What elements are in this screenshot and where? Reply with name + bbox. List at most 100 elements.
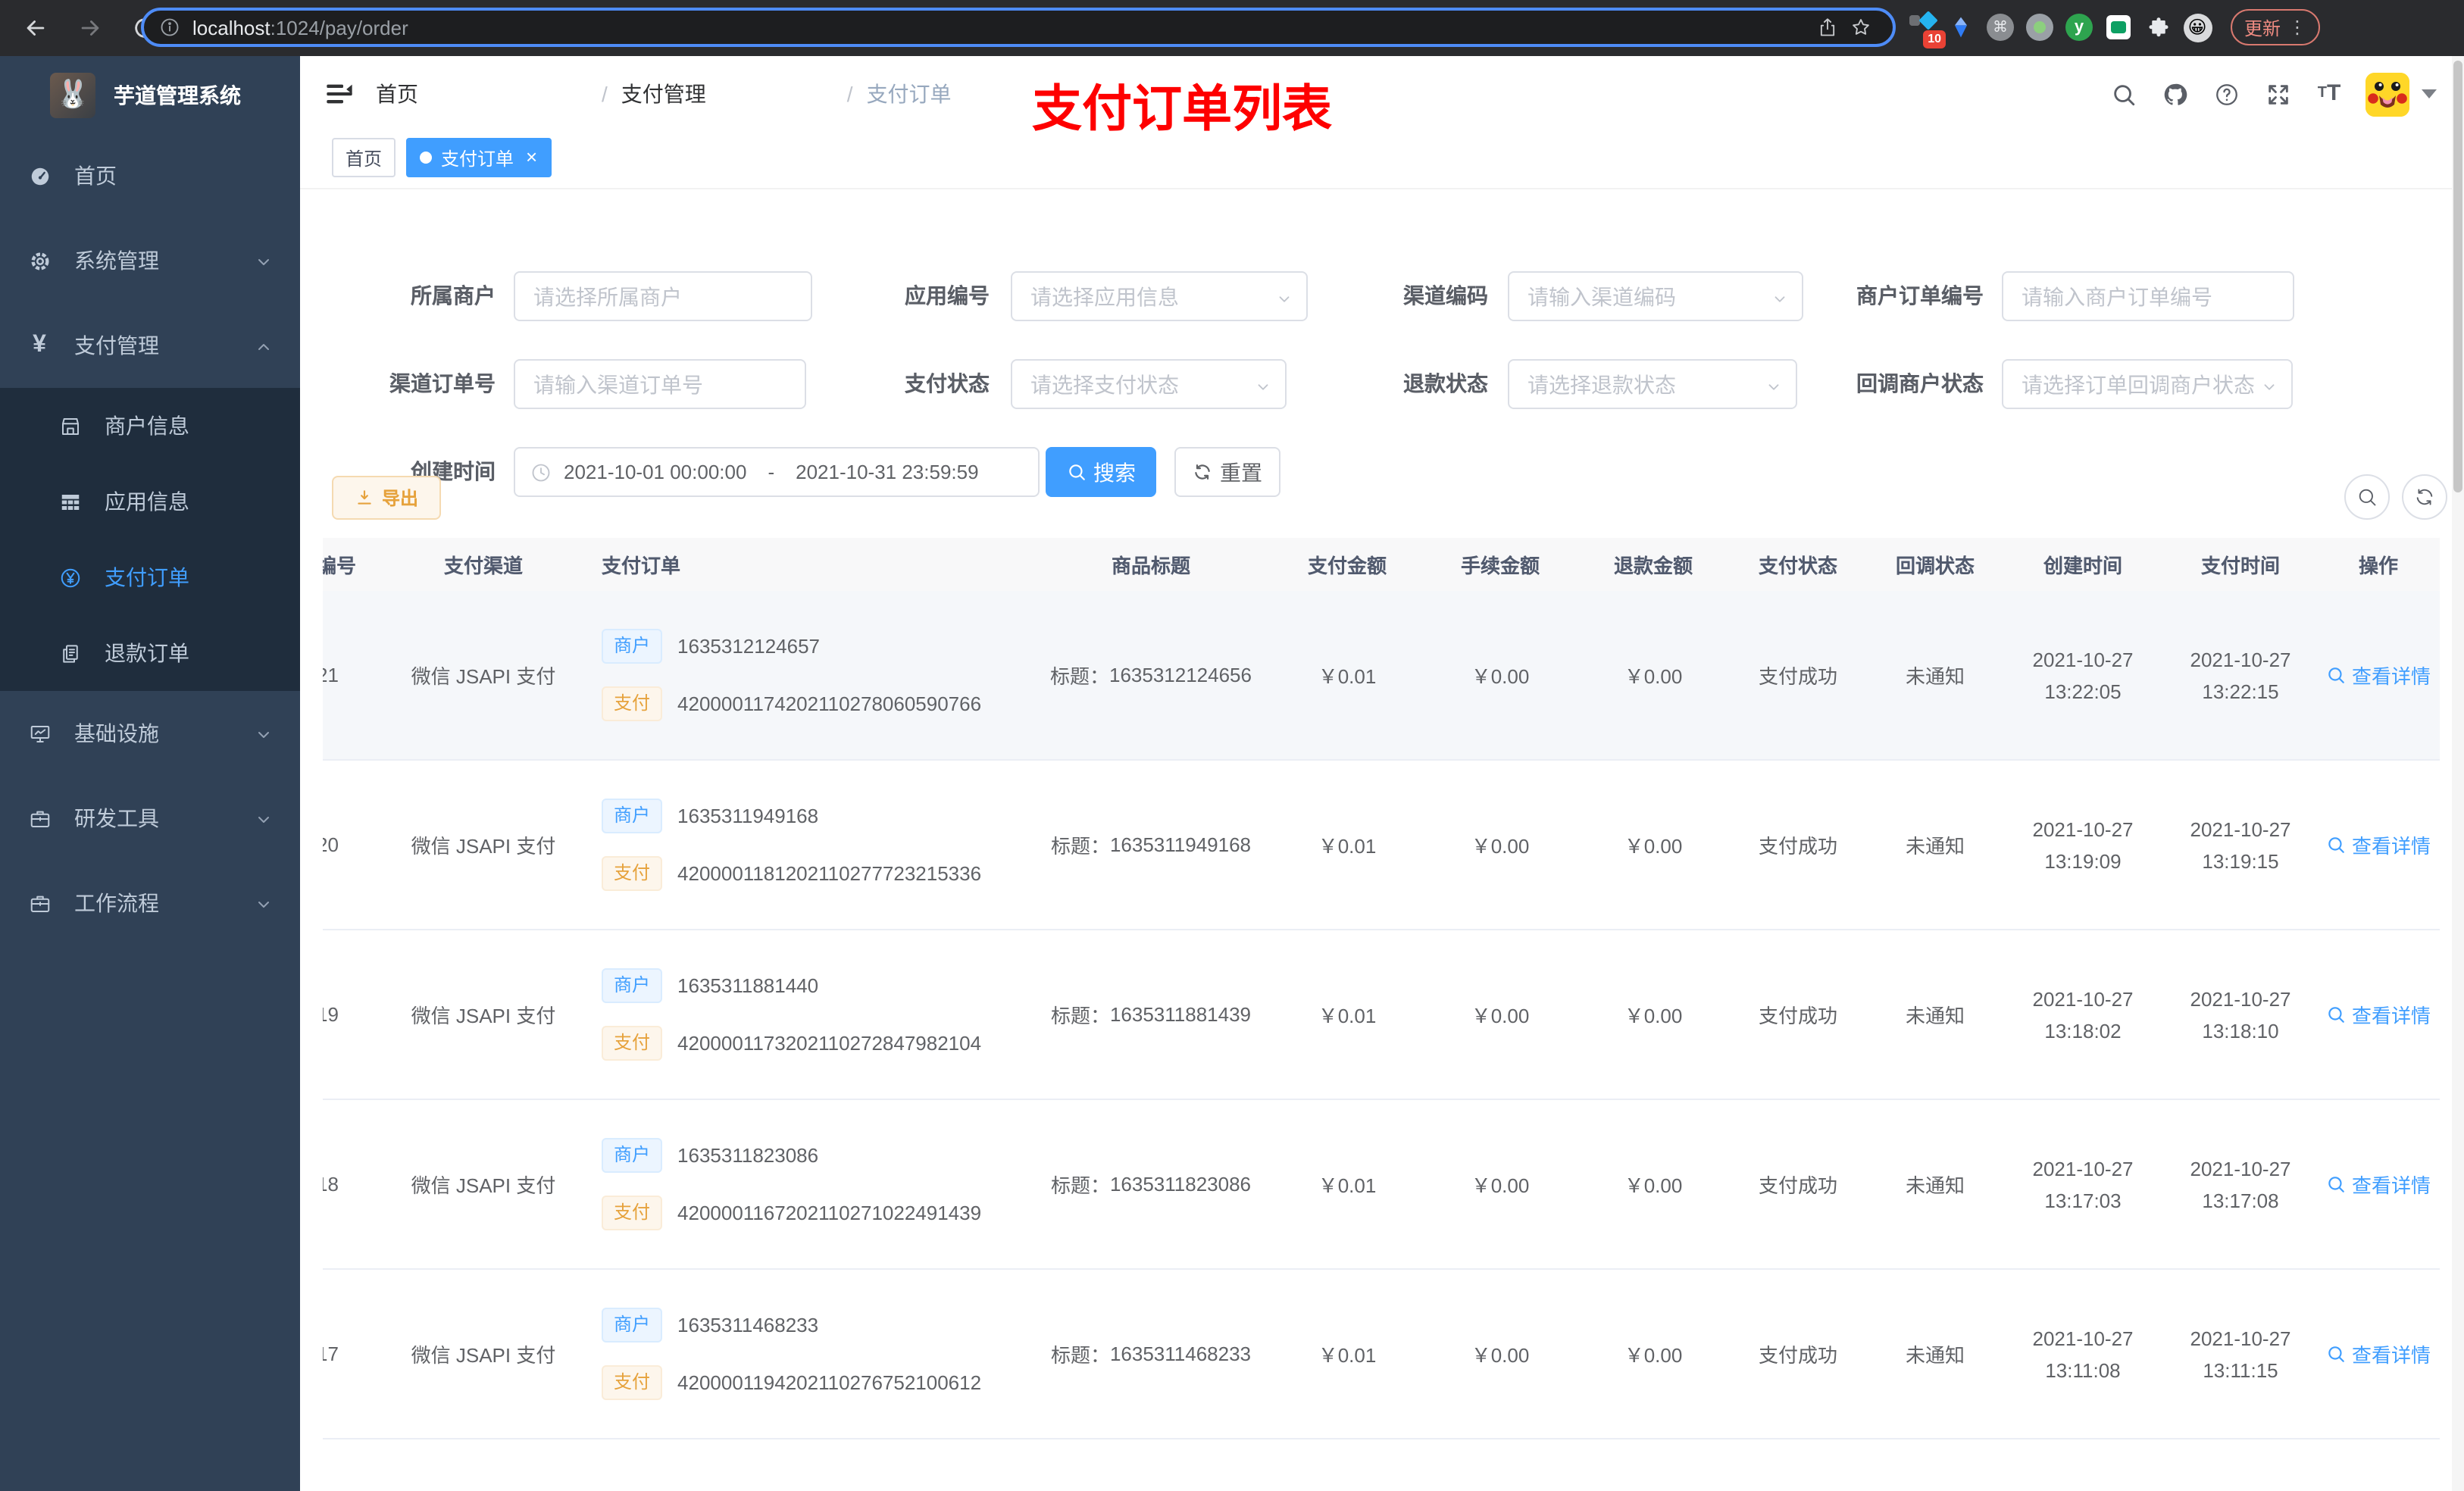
view-detail-link[interactable]: 查看详情	[2326, 830, 2431, 859]
pay-status-select[interactable]: 请选择支付状态	[1011, 359, 1287, 409]
cell-pay-time: 2021-10-27 13:17:08	[2190, 1157, 2291, 1211]
col-id: 编号	[323, 555, 357, 577]
fullscreen-icon[interactable]	[2262, 79, 2293, 109]
view-detail-link[interactable]: 查看详情	[2326, 661, 2431, 689]
cell-title: 标题： 1635312124656	[1049, 664, 1252, 688]
app-id-select[interactable]: 请选择应用信息	[1011, 271, 1308, 321]
scrollbar-thumb[interactable]	[2453, 61, 2462, 492]
user-avatar[interactable]	[2366, 72, 2409, 116]
hamburger-icon[interactable]	[324, 79, 355, 109]
monitor-icon	[27, 721, 52, 746]
sidebar-item-refund-order[interactable]: 退款订单	[0, 615, 300, 691]
cell-pay-order: 商户 1635311949168 支付 42000011812021102777…	[589, 761, 1029, 929]
github-icon[interactable]	[2159, 79, 2190, 109]
pay-tag: 支付	[602, 1365, 663, 1400]
extension-y-icon[interactable]: y	[2064, 12, 2094, 42]
notify-status-select[interactable]: 请选择订单回调商户状态	[2002, 359, 2293, 409]
sidebar-item-infrastructure[interactable]: 基础设施	[0, 691, 300, 776]
refund-status-select[interactable]: 请选择退款状态	[1508, 359, 1797, 409]
sidebar-item-dev-tools[interactable]: 研发工具	[0, 776, 300, 861]
cell-channel: 微信 JSAPI 支付	[411, 835, 556, 858]
cell-channel: 微信 JSAPI 支付	[411, 665, 556, 688]
filter-label-refund-status: 退款状态	[1403, 371, 1488, 395]
tab-home[interactable]: 首页	[332, 138, 396, 177]
view-detail-link[interactable]: 查看详情	[2326, 1170, 2431, 1199]
extension-kite-icon[interactable]	[1946, 12, 1976, 42]
bookmark-star-icon[interactable]	[1844, 11, 1878, 44]
cell-pay-order: 商户 1635312124657 支付 42000011742021102780…	[589, 591, 1029, 759]
col-title: 商品标题	[1111, 555, 1190, 577]
share-icon[interactable]	[1811, 11, 1844, 44]
sidebar-item-pay-order[interactable]: 支付订单	[0, 539, 300, 615]
search-icon[interactable]	[2108, 79, 2138, 109]
browser-menu-icon[interactable]: ⋮	[2288, 18, 2306, 36]
gear-icon	[27, 248, 52, 273]
url-text: localhost:1024/pay/order	[192, 16, 408, 39]
magnifier-icon	[2328, 1346, 2344, 1362]
col-amount: 支付金额	[1307, 555, 1387, 577]
cell-create-time: 2021-10-27 13:19:09	[2032, 817, 2134, 872]
magnifier-icon	[2328, 667, 2344, 683]
sidebar-item-payment[interactable]: ¥ 支付管理	[0, 303, 300, 388]
table-row-partial: 商户 1635311251796	[323, 1439, 2440, 1491]
app-logo[interactable]: 🐰 芋道管理系统	[0, 56, 300, 133]
close-icon[interactable]: ×	[526, 147, 537, 167]
caret-down-icon[interactable]	[2422, 89, 2437, 98]
pay-tag: 支付	[602, 686, 663, 721]
export-button[interactable]: 导出	[332, 476, 441, 520]
address-bar[interactable]: localhost:1024/pay/order	[141, 8, 1896, 47]
view-detail-link[interactable]: 查看详情	[2326, 1000, 2431, 1029]
view-detail-link[interactable]: 查看详情	[2326, 1339, 2431, 1368]
breadcrumb-payment[interactable]: 支付管理	[621, 79, 833, 109]
breadcrumb-home[interactable]: 首页	[376, 79, 588, 109]
merchant-order-no-input[interactable]: 请输入商户订单编号	[2002, 271, 2294, 321]
browser-update-button[interactable]: 更新 ⋮	[2231, 9, 2321, 45]
workflow-icon	[27, 891, 52, 915]
merchant-select[interactable]: 请选择所属商户	[514, 271, 812, 321]
cell-notify: 未通知	[1905, 835, 1965, 858]
logo-image: 🐰	[50, 72, 95, 117]
cell-notify: 未通知	[1905, 1005, 1965, 1027]
profile-avatar-icon[interactable]: 😀	[2182, 12, 2212, 42]
extension-badge-icon[interactable]: 10	[1906, 11, 1946, 48]
font-size-icon[interactable]: TT	[2314, 79, 2344, 109]
cell-status: 支付成功	[1758, 1005, 1837, 1027]
pay-tag: 支付	[602, 1026, 663, 1061]
browser-forward-button[interactable]	[70, 8, 109, 48]
channel-order-no-input[interactable]: 请输入渠道订单号	[514, 359, 806, 409]
extension-chat-icon[interactable]	[2103, 12, 2134, 42]
browser-back-button[interactable]	[15, 8, 55, 48]
top-navbar: 首页 / 支付管理 / 支付订单 TT	[300, 56, 2464, 132]
cell-fee: ￥0.00	[1471, 1344, 1530, 1367]
magnifier-icon	[2328, 1007, 2344, 1023]
extension-command-icon[interactable]: ⌘	[1985, 12, 2015, 42]
cell-status: 支付成功	[1758, 835, 1837, 858]
cell-pay-order: 商户 1635311881440 支付 42000011732021102728…	[589, 930, 1029, 1099]
extension-dot-icon[interactable]	[2025, 12, 2055, 42]
extensions-puzzle-icon[interactable]	[2143, 12, 2173, 42]
breadcrumb: 首页 / 支付管理 / 支付订单	[376, 56, 952, 132]
search-button[interactable]: 搜索	[1046, 447, 1156, 497]
site-info-icon[interactable]	[159, 17, 180, 38]
refresh-table-button[interactable]	[2402, 474, 2447, 520]
cell-create-time: 2021-10-27 13:22:05	[2032, 648, 2134, 702]
cell-refund: ￥0.00	[1624, 1005, 1683, 1027]
sidebar-item-workflow[interactable]: 工作流程	[0, 861, 300, 946]
sidebar-item-merchant-info[interactable]: 商户信息	[0, 388, 300, 464]
cell-refund: ￥0.00	[1624, 835, 1683, 858]
sidebar-item-app-info[interactable]: 应用信息	[0, 464, 300, 539]
app-title: 芋道管理系统	[114, 83, 241, 107]
channel-code-select[interactable]: 请输入渠道编码	[1508, 271, 1803, 321]
reset-button[interactable]: 重置	[1174, 447, 1280, 497]
col-pay-order: 支付订单	[602, 555, 681, 577]
cell-refund: ￥0.00	[1624, 665, 1683, 688]
sidebar-item-home[interactable]: 首页	[0, 133, 300, 218]
cell-notify: 未通知	[1905, 665, 1965, 688]
date-range-input[interactable]: 2021-10-01 00:00:00 - 2021-10-31 23:59:5…	[514, 447, 1040, 497]
cell-amount: ￥0.01	[1318, 1005, 1377, 1027]
tab-pay-order[interactable]: 支付订单 ×	[406, 138, 552, 177]
toggle-search-button[interactable]	[2344, 474, 2390, 520]
help-icon[interactable]	[2211, 79, 2241, 109]
sidebar-item-system[interactable]: 系统管理	[0, 218, 300, 303]
merchant-tag: 商户	[602, 968, 663, 1003]
